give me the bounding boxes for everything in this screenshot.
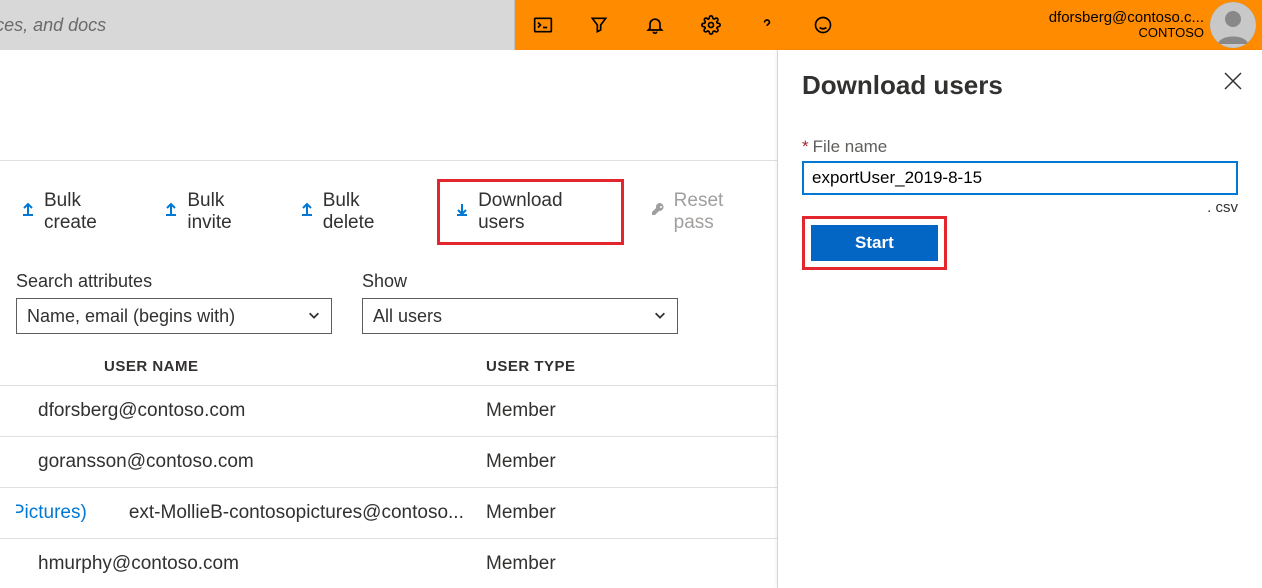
row-username: hmurphy@contoso.com bbox=[38, 553, 239, 575]
help-icon[interactable] bbox=[739, 0, 795, 50]
global-search-box[interactable]: Search resources, services, and docs bbox=[0, 0, 515, 50]
row-usertype: Member bbox=[486, 502, 761, 524]
bulk-invite-button[interactable]: Bulk invite bbox=[159, 188, 272, 236]
show-dropdown[interactable]: All users bbox=[362, 298, 678, 334]
filters-row: Search attributes Name, email (begins wi… bbox=[0, 263, 777, 346]
file-name-input[interactable] bbox=[802, 161, 1238, 195]
column-usertype[interactable]: USER TYPE bbox=[486, 358, 761, 375]
feedback-smiley-icon[interactable] bbox=[795, 0, 851, 50]
row-username: ext-MollieB-contosopictures@contoso... bbox=[129, 502, 464, 524]
required-asterisk: * bbox=[802, 137, 809, 156]
download-arrow-icon bbox=[454, 201, 470, 223]
file-name-label: *File name bbox=[802, 137, 1238, 157]
row-usertype: Member bbox=[486, 451, 761, 473]
show-value: All users bbox=[373, 306, 442, 327]
cloud-shell-icon[interactable] bbox=[515, 0, 571, 50]
row-prefix: o Pictures) bbox=[16, 502, 93, 523]
main-content: Bulk create Bulk invite Bulk delete Down… bbox=[0, 50, 778, 588]
search-attributes-label: Search attributes bbox=[16, 271, 332, 292]
close-panel-button[interactable] bbox=[1222, 70, 1244, 92]
upload-arrow-icon bbox=[163, 201, 179, 223]
chevron-down-icon bbox=[307, 306, 321, 327]
notifications-icon[interactable] bbox=[627, 0, 683, 50]
row-username: dforsberg@contoso.com bbox=[38, 400, 245, 422]
avatar[interactable] bbox=[1210, 2, 1256, 48]
search-attributes-dropdown[interactable]: Name, email (begins with) bbox=[16, 298, 332, 334]
row-usertype: Member bbox=[486, 400, 761, 422]
upper-region bbox=[0, 50, 777, 161]
start-button[interactable]: Start bbox=[811, 225, 938, 261]
download-users-panel: Download users *File name . csv Start bbox=[778, 50, 1262, 588]
bulk-delete-button[interactable]: Bulk delete bbox=[295, 188, 415, 236]
account-text: dforsberg@contoso.c... CONTOSO bbox=[1049, 9, 1204, 41]
directory-filter-icon[interactable] bbox=[571, 0, 627, 50]
account-email: dforsberg@contoso.c... bbox=[1049, 9, 1204, 26]
table-row[interactable]: o Pictures) ext-MollieB-contosopictures@… bbox=[0, 487, 777, 538]
top-icon-row bbox=[515, 0, 851, 50]
download-users-button[interactable]: Download users bbox=[437, 179, 624, 245]
bulk-create-button[interactable]: Bulk create bbox=[16, 188, 137, 236]
table-row[interactable]: hmurphy@contoso.com Member bbox=[0, 538, 777, 588]
reset-password-button: Reset pass bbox=[646, 188, 767, 236]
top-bar: Search resources, services, and docs dfo… bbox=[0, 0, 1262, 50]
table-header: USER NAME USER TYPE bbox=[0, 346, 777, 385]
file-extension-label: . csv bbox=[802, 199, 1238, 216]
bulk-delete-label: Bulk delete bbox=[323, 190, 411, 234]
column-username[interactable]: USER NAME bbox=[16, 358, 486, 375]
row-username: goransson@contoso.com bbox=[38, 451, 254, 473]
chevron-down-icon bbox=[653, 306, 667, 327]
settings-gear-icon[interactable] bbox=[683, 0, 739, 50]
reset-password-label: Reset pass bbox=[674, 190, 763, 234]
download-users-label: Download users bbox=[478, 190, 607, 234]
show-label: Show bbox=[362, 271, 678, 292]
search-placeholder: Search resources, services, and docs bbox=[0, 15, 106, 36]
start-button-highlight: Start bbox=[802, 216, 947, 270]
bulk-invite-label: Bulk invite bbox=[187, 190, 268, 234]
search-attributes-value: Name, email (begins with) bbox=[27, 306, 235, 327]
row-usertype: Member bbox=[486, 553, 761, 575]
key-icon bbox=[650, 201, 666, 223]
bulk-create-label: Bulk create bbox=[44, 190, 133, 234]
command-bar: Bulk create Bulk invite Bulk delete Down… bbox=[0, 161, 777, 263]
table-row[interactable]: dforsberg@contoso.com Member bbox=[0, 385, 777, 436]
account-area[interactable]: dforsberg@contoso.c... CONTOSO bbox=[1049, 0, 1262, 50]
panel-title: Download users bbox=[802, 70, 1238, 101]
table-row[interactable]: goransson@contoso.com Member bbox=[0, 436, 777, 487]
upload-arrow-icon bbox=[20, 201, 36, 223]
account-tenant: CONTOSO bbox=[1049, 26, 1204, 41]
upload-arrow-icon bbox=[299, 201, 315, 223]
